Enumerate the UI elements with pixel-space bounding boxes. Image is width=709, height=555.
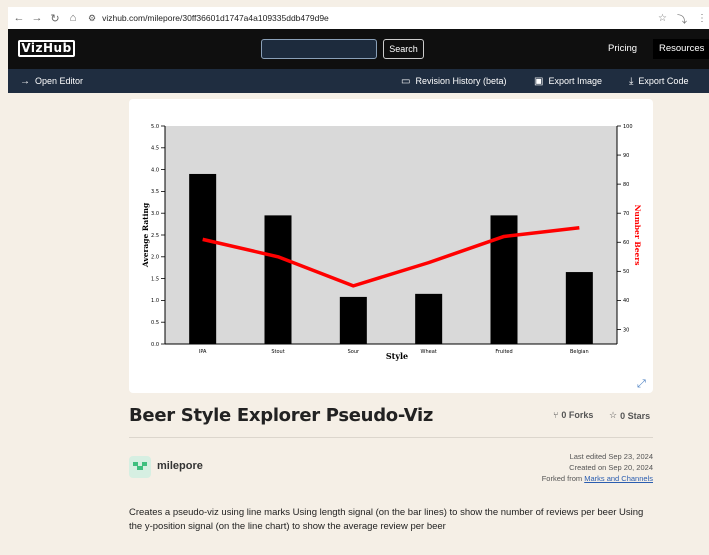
y-tick-label: 3.5 <box>151 189 159 195</box>
history-icon: ▭ <box>401 75 411 87</box>
pricing-link[interactable]: Pricing <box>608 43 637 54</box>
y2-tick-label: 60 <box>623 240 629 246</box>
forks-count: 0 Forks <box>561 410 594 420</box>
viz-description: Creates a pseudo-viz using line marks Us… <box>129 507 644 532</box>
home-icon[interactable]: ⌂ <box>66 12 80 24</box>
site-header: VizHub Search Pricing Resources <box>8 29 709 69</box>
extensions-icon[interactable]: ⤵ <box>677 11 687 26</box>
y-tick-label: 0.0 <box>151 342 159 348</box>
search-input[interactable] <box>261 39 377 59</box>
x-tick-label: IPA <box>199 349 207 355</box>
author-name[interactable]: milepore <box>157 460 203 472</box>
stars-count: 0 Stars <box>620 410 651 421</box>
reload-icon[interactable]: ↻ <box>48 12 62 25</box>
y-tick-label: 1.5 <box>151 276 159 282</box>
viz-preview-card: IPA Stout Sour Wheat Fruited Belgian 0.0 0.5 1.0… <box>129 99 653 393</box>
y-axis-label: Average Rating <box>141 202 150 268</box>
fullscreen-icon[interactable]: ⤢ <box>637 378 646 391</box>
y-tick-label: 5.0 <box>151 124 159 130</box>
x-axis-label: Style <box>386 351 408 361</box>
forks-button[interactable]: ⑂ 0 Forks <box>553 410 593 420</box>
resources-button[interactable]: Resources <box>653 39 709 59</box>
y-tick-label: 2.0 <box>151 255 159 261</box>
image-icon: ▣ <box>534 75 544 87</box>
avatar-identicon <box>133 462 147 470</box>
bar <box>339 296 367 344</box>
y2-tick-label: 80 <box>623 182 629 188</box>
y-tick-label: 0.5 <box>151 320 159 326</box>
forked-from-prefix: Forked from <box>541 474 585 483</box>
y-tick-label: 4.5 <box>151 146 159 152</box>
x-tick-label: Wheat <box>421 349 437 355</box>
menu-icon[interactable]: ⋮ <box>697 13 707 24</box>
revision-history-button[interactable]: ▭ Revision History (beta) <box>401 69 506 93</box>
y2-tick-label: 90 <box>623 153 629 159</box>
open-editor-label: Open Editor <box>35 76 84 86</box>
address-bar[interactable]: ⚙ vizhub.com/milepore/30ff36601d1747a4a1… <box>88 13 329 24</box>
vizhub-logo[interactable]: VizHub <box>18 40 75 57</box>
avatar[interactable] <box>129 456 151 478</box>
chart: IPA Stout Sour Wheat Fruited Belgian 0.0 0.5 1.0… <box>141 124 642 361</box>
x-tick-label: Stout <box>271 349 284 355</box>
viz-meta: Last edited Sep 23, 2024 Created on Sep … <box>542 451 653 484</box>
arrow-right-icon: → <box>20 75 30 87</box>
bar <box>189 173 217 344</box>
browser-toolbar: ← → ↻ ⌂ ⚙ vizhub.com/milepore/30ff36601d… <box>8 7 709 29</box>
open-editor-button[interactable]: → Open Editor <box>20 69 83 93</box>
y-tick-label: 3.0 <box>151 211 159 217</box>
x-tick-label: Belgian <box>570 349 589 355</box>
address-url: vizhub.com/milepore/30ff36601d1747a4a109… <box>102 13 329 23</box>
y2-tick-label: 30 <box>623 327 629 333</box>
x-tick-label: Sour <box>348 349 360 355</box>
created-date: Created on Sep 20, 2024 <box>569 463 653 472</box>
viz-toolbar: → Open Editor ▭ Revision History (beta) … <box>8 69 709 93</box>
bar <box>415 293 443 344</box>
stars-button[interactable]: ☆ 0 Stars <box>609 410 650 421</box>
bar <box>565 272 593 344</box>
x-tick-label: Fruited <box>495 349 512 355</box>
forked-from: Forked from Marks and Channels <box>542 473 653 484</box>
y-tick-label: 2.5 <box>151 233 159 239</box>
y2-tick-label: 40 <box>623 298 629 304</box>
export-image-label: Export Image <box>548 76 602 86</box>
bookmark-star-icon[interactable]: ☆ <box>658 13 667 24</box>
y2-tick-label: 50 <box>623 269 629 275</box>
site-settings-icon[interactable]: ⚙ <box>88 13 96 24</box>
y2-axis-label: Number Beers <box>633 205 642 266</box>
y-tick-label: 1.0 <box>151 298 159 304</box>
export-code-button[interactable]: ⤓ Export Code <box>629 69 688 93</box>
export-image-button[interactable]: ▣ Export Image <box>534 69 602 93</box>
forked-from-link[interactable]: Marks and Channels <box>584 474 653 483</box>
y2-tick-label: 70 <box>623 211 629 217</box>
viz-title: Beer Style Explorer Pseudo-Viz <box>129 405 434 426</box>
last-edited: Last edited Sep 23, 2024 <box>569 452 653 461</box>
bar <box>264 215 292 344</box>
export-code-label: Export Code <box>638 76 689 86</box>
forward-icon[interactable]: → <box>30 12 44 24</box>
y2-tick-label: 100 <box>623 124 633 130</box>
star-icon: ☆ <box>609 410 618 420</box>
divider <box>129 437 653 438</box>
back-icon[interactable]: ← <box>12 12 26 24</box>
revision-history-label: Revision History (beta) <box>415 76 507 86</box>
y-tick-label: 4.0 <box>151 167 159 173</box>
fork-icon: ⑂ <box>553 410 559 420</box>
search-button[interactable]: Search <box>383 39 424 59</box>
plot-background <box>165 126 617 344</box>
download-icon: ⤓ <box>629 75 634 87</box>
